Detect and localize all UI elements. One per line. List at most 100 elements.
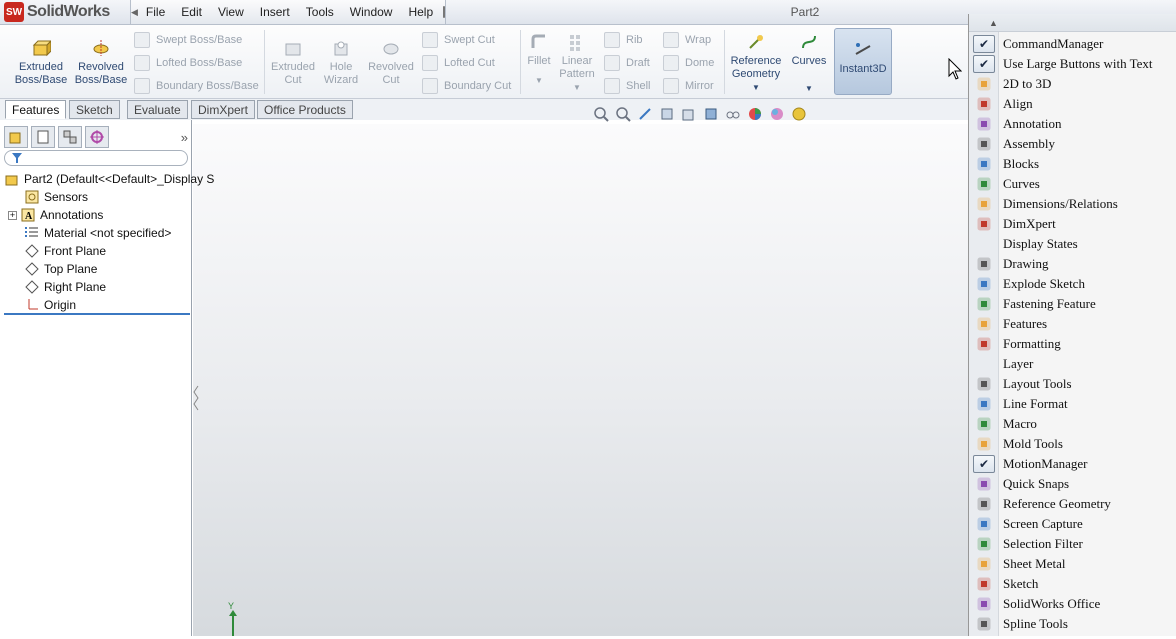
expand-plus-icon[interactable]: +: [8, 210, 17, 220]
tab-sketch[interactable]: Sketch: [69, 100, 120, 119]
dome-button[interactable]: Dome: [663, 53, 714, 73]
menu-item-fastening-feature[interactable]: Fastening Feature: [969, 294, 1176, 314]
menu-item-drawing[interactable]: Drawing: [969, 254, 1176, 274]
swept-cut-button[interactable]: Swept Cut: [422, 30, 495, 50]
app-logo[interactable]: SW SolidWorks: [4, 2, 110, 22]
menu-item-line-format[interactable]: Line Format: [969, 394, 1176, 414]
instant3d-button[interactable]: Instant3D: [834, 28, 892, 95]
extruded-cut-button[interactable]: Extruded Cut: [268, 37, 318, 87]
tree-item-right-plane[interactable]: Right Plane: [24, 278, 106, 296]
panel-splitter-handle[interactable]: [192, 384, 200, 412]
fillet-dropdown-icon[interactable]: ▼: [535, 74, 543, 87]
menu-view[interactable]: View: [210, 5, 252, 19]
tab-dimxpert[interactable]: DimXpert: [191, 100, 256, 119]
tree-root-part[interactable]: Part2 (Default<<Default>_Display S: [4, 170, 214, 188]
menu-item-layer[interactable]: Layer: [969, 354, 1176, 374]
tree-item-origin[interactable]: Origin: [24, 296, 76, 314]
expand-panel-icon[interactable]: »: [181, 130, 188, 145]
curves-button[interactable]: Curves ▼: [788, 31, 830, 95]
tree-item-sensors[interactable]: Sensors: [24, 188, 88, 206]
menu-item-display-states[interactable]: Display States: [969, 234, 1176, 254]
boundary-cut-button[interactable]: Boundary Cut: [422, 76, 511, 96]
menu-item-formatting[interactable]: Formatting: [969, 334, 1176, 354]
menu-item-motionmanager[interactable]: ✔ MotionManager: [969, 454, 1176, 474]
menu-item-blocks[interactable]: Blocks: [969, 154, 1176, 174]
menu-item-dimensions-relations[interactable]: Dimensions/Relations: [969, 194, 1176, 214]
menu-item-2d-to-3d[interactable]: 2D to 3D: [969, 74, 1176, 94]
lofted-cut-button[interactable]: Lofted Cut: [422, 53, 495, 73]
menu-item-spline-tools[interactable]: Spline Tools: [969, 614, 1176, 634]
revolved-boss-button[interactable]: Revolved Boss/Base: [74, 37, 128, 87]
previous-view-icon[interactable]: [636, 105, 654, 123]
menu-item-selection-filter[interactable]: Selection Filter: [969, 534, 1176, 554]
menu-item-mold-tools[interactable]: Mold Tools: [969, 434, 1176, 454]
lofted-boss-button[interactable]: Lofted Boss/Base: [134, 53, 242, 73]
menu-item-dimxpert[interactable]: DimXpert: [969, 214, 1176, 234]
reference-geometry-dropdown-icon[interactable]: ▼: [752, 81, 760, 94]
tree-item-annotations[interactable]: + A Annotations: [8, 206, 103, 224]
menu-item-layout-tools[interactable]: Layout Tools: [969, 374, 1176, 394]
extruded-boss-button[interactable]: Extruded Boss/Base: [14, 37, 68, 87]
pin-icon[interactable]: [443, 6, 446, 18]
menu-item-explode-sketch[interactable]: Explode Sketch: [969, 274, 1176, 294]
hole-wizard-button[interactable]: Hole Wizard: [318, 37, 364, 87]
tab-office-products[interactable]: Office Products: [257, 100, 353, 119]
menu-item-annotation[interactable]: Annotation: [969, 114, 1176, 134]
tree-item-front-plane[interactable]: Front Plane: [24, 242, 106, 260]
menu-item-reference-geometry[interactable]: Reference Geometry: [969, 494, 1176, 514]
graphics-area[interactable]: Y: [193, 124, 968, 636]
tab-features[interactable]: Features: [5, 100, 67, 119]
mirror-button[interactable]: Mirror: [663, 76, 714, 96]
menu-tools[interactable]: Tools: [298, 5, 342, 19]
edit-appearance-icon[interactable]: [746, 105, 764, 123]
menu-item-sketch[interactable]: Sketch: [969, 574, 1176, 594]
configuration-manager-tab-icon[interactable]: [58, 126, 82, 148]
swept-boss-button[interactable]: Swept Boss/Base: [134, 30, 242, 50]
menu-item-quick-snaps[interactable]: Quick Snaps: [969, 474, 1176, 494]
menu-item-assembly[interactable]: Assembly: [969, 134, 1176, 154]
tree-item-material[interactable]: Material <not specified>: [24, 224, 171, 242]
zoom-to-area-icon[interactable]: [614, 105, 632, 123]
menu-item-sheet-metal[interactable]: Sheet Metal: [969, 554, 1176, 574]
rib-button[interactable]: Rib: [604, 30, 643, 50]
fillet-button[interactable]: Fillet ▼: [524, 31, 554, 87]
menu-file[interactable]: File: [138, 5, 173, 19]
linear-pattern-button[interactable]: Linear Pattern ▼: [556, 31, 598, 94]
shell-button[interactable]: Shell: [604, 76, 650, 96]
apply-scene-icon[interactable]: [768, 105, 786, 123]
revolved-cut-button[interactable]: Revolved Cut: [364, 37, 418, 87]
reference-geometry-button[interactable]: Reference Geometry ▼: [728, 31, 784, 94]
feature-tree-filter[interactable]: [4, 150, 188, 166]
menu-item-features[interactable]: Features: [969, 314, 1176, 334]
tab-evaluate[interactable]: Evaluate: [127, 100, 188, 119]
menu-collapse-arrow-icon[interactable]: ◀: [131, 7, 138, 18]
menu-window[interactable]: Window: [342, 5, 401, 19]
boundary-boss-button[interactable]: Boundary Boss/Base: [134, 76, 259, 96]
feature-manager-tab-icon[interactable]: [4, 126, 28, 148]
menu-item-commandmanager[interactable]: ✔ CommandManager: [969, 34, 1176, 54]
property-manager-tab-icon[interactable]: [31, 126, 55, 148]
section-view-icon[interactable]: [658, 105, 676, 123]
view-orientation-icon[interactable]: [680, 105, 698, 123]
menu-item-curves[interactable]: Curves: [969, 174, 1176, 194]
menu-item-screen-capture[interactable]: Screen Capture: [969, 514, 1176, 534]
menu-item-use-large-buttons-with-text[interactable]: ✔ Use Large Buttons with Text: [969, 54, 1176, 74]
wrap-button[interactable]: Wrap: [663, 30, 711, 50]
dimxpert-manager-tab-icon[interactable]: [85, 126, 109, 148]
view-settings-icon[interactable]: [790, 105, 808, 123]
linear-pattern-dropdown-icon[interactable]: ▼: [573, 81, 581, 94]
tree-item-top-plane[interactable]: Top Plane: [24, 260, 97, 278]
curves-dropdown-icon[interactable]: ▼: [805, 82, 813, 95]
menu-help[interactable]: Help: [400, 5, 441, 19]
menu-item-macro[interactable]: Macro: [969, 414, 1176, 434]
menu-edit[interactable]: Edit: [173, 5, 210, 19]
zoom-to-fit-icon[interactable]: [592, 105, 610, 123]
menu-scroll-up[interactable]: ▲: [969, 14, 1176, 32]
menu-item-align[interactable]: Align: [969, 94, 1176, 114]
display-style-icon[interactable]: [702, 105, 720, 123]
hide-show-items-icon[interactable]: [724, 105, 742, 123]
menu-insert[interactable]: Insert: [252, 5, 298, 19]
draft-button[interactable]: Draft: [604, 53, 650, 73]
menu-item-solidworks-office[interactable]: SolidWorks Office: [969, 594, 1176, 614]
rollback-bar[interactable]: [4, 313, 190, 315]
